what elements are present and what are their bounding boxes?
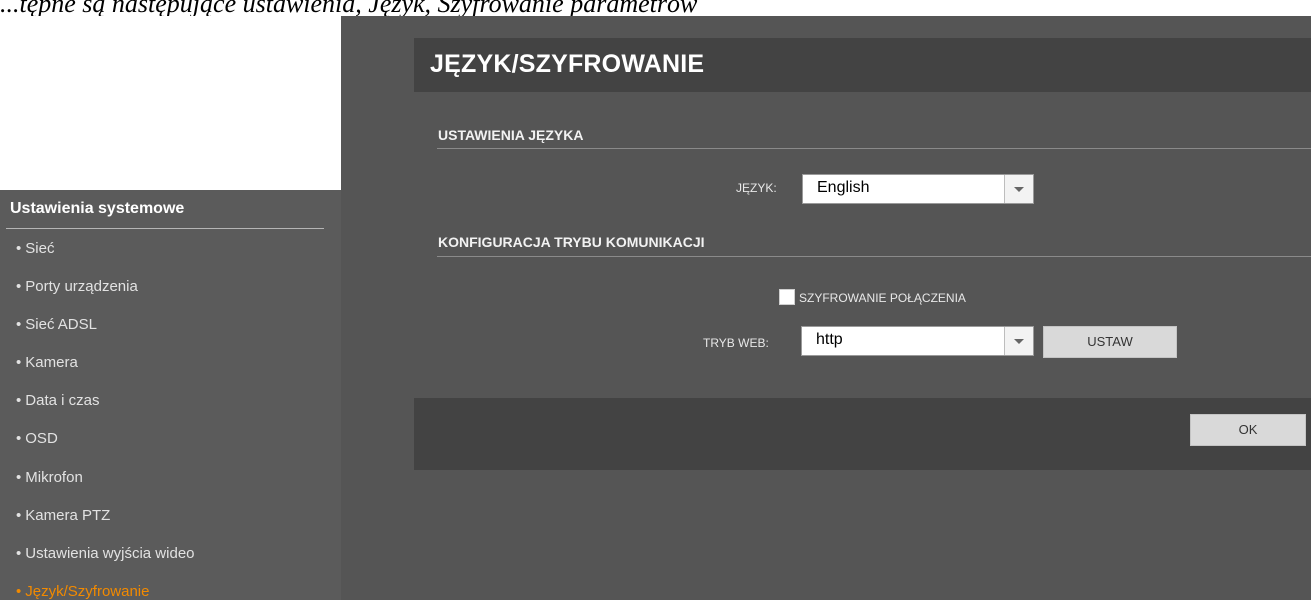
sidebar-item-label: OSD [25, 430, 58, 448]
chevron-down-icon [1014, 339, 1024, 344]
bullet-icon: • [16, 240, 22, 257]
sidebar-item[interactable]: • Data i czas [0, 382, 341, 420]
language-selected-value: English [817, 179, 870, 196]
sidebar-item-label: Porty urządzenia [25, 278, 138, 296]
sidebar-item[interactable]: • OSD [0, 420, 341, 458]
bullet-icon: • [16, 430, 22, 448]
page-title: JĘZYK/SZYFROWANIE [430, 50, 705, 78]
bullet-icon: • [16, 544, 22, 562]
footer-bar [414, 398, 1311, 470]
sidebar-item-label: Mikrofon [25, 468, 83, 486]
sidebar-item-label: Data i czas [25, 392, 100, 410]
sidebar-item[interactable]: • Sieć ADSL [0, 306, 341, 344]
sidebar-item-label: Sieć [25, 240, 55, 257]
bullet-icon: • [16, 582, 22, 600]
language-section-title: USTAWIENIA JĘZYKA [438, 127, 584, 143]
sidebar: Ustawienia systemowe • Sieć • Porty urządze… [0, 190, 341, 600]
bullet-icon: • [16, 316, 22, 334]
sidebar-divider [6, 228, 324, 229]
set-button[interactable]: USTAW [1043, 326, 1177, 358]
sidebar-item[interactable]: • Kamera [0, 344, 341, 382]
bullet-icon: • [16, 392, 22, 410]
ok-button[interactable]: OK [1190, 414, 1306, 446]
sidebar-item-label: Sieć ADSL [25, 316, 97, 334]
bullet-icon: • [16, 354, 22, 372]
sidebar-item-label: Kamera PTZ [25, 506, 111, 524]
sidebar-item[interactable]: • Mikrofon [0, 459, 341, 497]
sidebar-item[interactable]: • Porty urządzenia [0, 268, 341, 306]
main-panel: JĘZYK/SZYFROWANIE USTAWIENIA JĘZYKA JĘZY… [341, 16, 1311, 600]
sidebar-item[interactable]: • Język/Szyfrowanie [0, 573, 341, 611]
bullet-icon: • [16, 278, 22, 296]
page-header: JĘZYK/SZYFROWANIE [414, 38, 1311, 92]
language-section-divider [437, 148, 1311, 149]
language-dropdown-arrow[interactable] [1004, 175, 1033, 203]
bullet-icon: • [16, 468, 22, 486]
chevron-down-icon [1014, 187, 1024, 192]
sidebar-menu: • Sieć • Porty urządzenia • Sieć ADSL • Kamera •… [0, 230, 341, 611]
comm-section-divider [437, 256, 1311, 257]
sidebar-item[interactable]: • Ustawienia wyjścia wideo [0, 535, 341, 573]
bullet-icon: • [16, 506, 22, 524]
sidebar-item[interactable]: • Sieć [0, 230, 341, 268]
language-select[interactable]: English [802, 174, 1034, 204]
sidebar-title: Ustawienia systemowe [10, 200, 185, 217]
web-mode-select[interactable]: http [801, 326, 1034, 356]
sidebar-item-label: Kamera [25, 354, 78, 372]
web-mode-label: TRYB WEB: [703, 336, 769, 350]
web-mode-selected-value: http [816, 331, 843, 348]
web-mode-dropdown-arrow[interactable] [1004, 327, 1033, 355]
encryption-checkbox[interactable] [779, 289, 795, 305]
sidebar-item-label: Ustawienia wyjścia wideo [25, 544, 195, 562]
encryption-checkbox-label: SZYFROWANIE POŁĄCZENIA [799, 291, 966, 305]
comm-section-title: KONFIGURACJA TRYBU KOMUNIKACJI [438, 234, 705, 250]
language-label: JĘZYK: [736, 181, 777, 195]
document-caption: ...tępne są następujące ustawienia, Języ… [0, 0, 698, 16]
sidebar-item[interactable]: • Kamera PTZ [0, 497, 341, 535]
sidebar-item-label: Język/Szyfrowanie [25, 582, 150, 600]
